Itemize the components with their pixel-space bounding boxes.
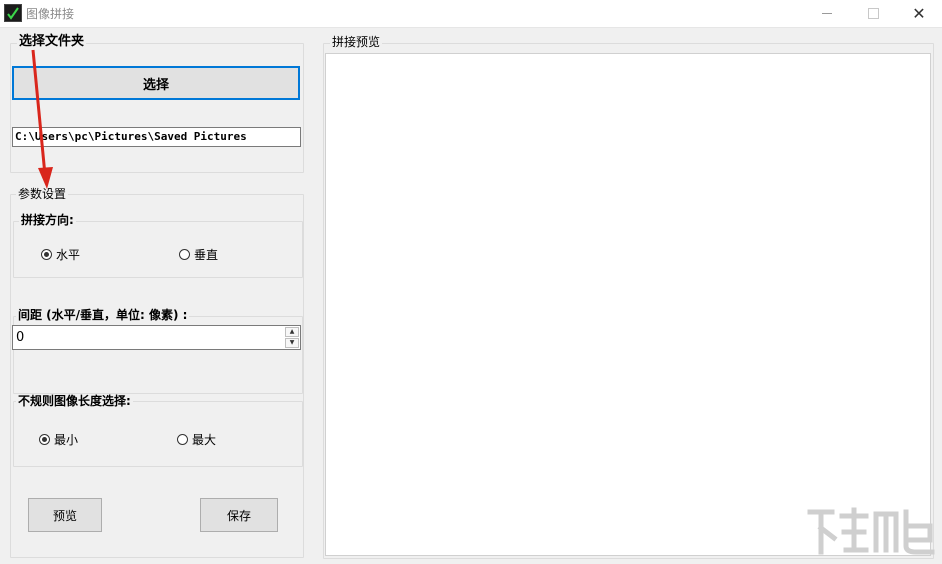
radio-checked-icon <box>41 249 52 260</box>
spacing-stepper[interactable]: 0 ▲ ▼ <box>12 325 301 350</box>
direction-label: 拼接方向: <box>19 213 76 227</box>
params-group-label: 参数设置 <box>16 187 69 201</box>
irregular-min-radio[interactable]: 最小 <box>39 431 78 448</box>
close-icon: ✕ <box>912 4 926 23</box>
direction-vertical-radio[interactable]: 垂直 <box>179 246 218 263</box>
radio-label: 垂直 <box>194 248 219 262</box>
spacing-label: 间距 (水平/垂直，单位: 像素) : <box>16 308 190 322</box>
preview-canvas <box>325 53 931 556</box>
radio-label: 最小 <box>54 433 79 447</box>
close-button[interactable]: ✕ <box>896 0 942 27</box>
preview-button[interactable]: 预览 <box>28 498 102 532</box>
save-button[interactable]: 保存 <box>200 498 278 532</box>
minimize-icon <box>822 13 832 14</box>
folder-path-field[interactable]: C:\Users\pc\Pictures\Saved Pictures <box>12 127 301 147</box>
radio-label: 最大 <box>192 433 217 447</box>
app-icon <box>4 4 22 22</box>
radio-unchecked-icon <box>179 249 190 260</box>
folder-group-label: 选择文件夹 <box>17 34 87 49</box>
spacing-value[interactable]: 0 <box>16 330 24 345</box>
spin-up-icon[interactable]: ▲ <box>285 327 299 337</box>
preview-group-label: 拼接预览 <box>330 35 383 49</box>
irregular-max-radio[interactable]: 最大 <box>177 431 216 448</box>
title-bar: 图像拼接 ✕ <box>0 0 942 28</box>
watermark-logo-icon <box>807 507 935 555</box>
direction-horizontal-radio[interactable]: 水平 <box>41 246 80 263</box>
radio-unchecked-icon <box>177 434 188 445</box>
folder-group <box>10 43 304 173</box>
window-title: 图像拼接 <box>26 7 75 21</box>
maximize-button[interactable] <box>850 0 896 27</box>
radio-checked-icon <box>39 434 50 445</box>
minimize-button[interactable] <box>804 0 850 27</box>
irregular-label: 不规则图像长度选择: <box>16 394 133 408</box>
maximize-icon <box>867 8 879 19</box>
radio-label: 水平 <box>56 248 81 262</box>
spin-arrows: ▲ ▼ <box>285 327 299 348</box>
select-folder-button[interactable]: 选择 <box>12 66 300 100</box>
spin-down-icon[interactable]: ▼ <box>285 338 299 348</box>
